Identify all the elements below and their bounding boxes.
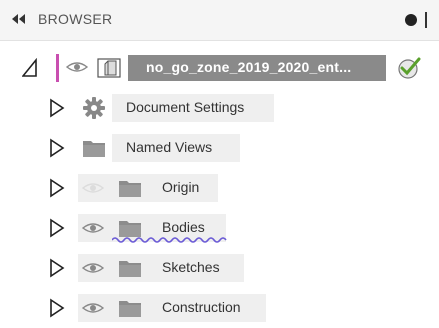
check-badge-icon [398,57,421,79]
tree-item-document-settings[interactable]: Document Settings [0,88,439,128]
folder-icon [119,261,141,277]
browser-header: BROWSER [0,0,439,41]
collapse-panel-icon[interactable] [10,12,26,26]
browser-title: BROWSER [38,11,113,27]
eye-icon[interactable] [82,220,104,236]
expanded-triangle-icon[interactable] [22,58,38,78]
folder-icon [119,301,141,317]
tree-item-label: Origin [162,179,200,195]
eye-icon[interactable] [82,300,104,316]
browser-panel: BROWSER no_go_zone_2019_2020_ent... Docu… [0,0,439,326]
tree-item-label: Sketches [162,259,220,275]
tree-item-sketches[interactable]: Sketches [0,248,439,288]
panel-pin-icon[interactable] [425,12,427,28]
folder-icon [119,221,141,237]
root-component-highlight[interactable]: no_go_zone_2019_2020_ent... [128,55,386,81]
expand-triangle-icon[interactable] [49,98,65,118]
tree-item-label: Bodies [162,219,205,235]
folder-icon [119,181,141,197]
expand-triangle-icon[interactable] [49,138,65,158]
hidden-eye-icon[interactable] [82,180,104,196]
tree-item-label: Named Views [126,139,213,155]
tree-item-construction[interactable]: Construction [0,288,439,328]
folder-icon [83,141,105,157]
tree-item-label: Construction [162,299,241,315]
expand-triangle-icon[interactable] [49,178,65,198]
panel-options-icon[interactable] [405,14,417,26]
gear-icon [83,97,105,119]
component-icon [97,58,121,78]
root-component-label: no_go_zone_2019_2020_ent... [146,59,352,75]
tree-item-label: Document Settings [126,99,245,115]
expand-triangle-icon[interactable] [49,218,65,238]
eye-icon[interactable] [82,260,104,276]
eye-icon[interactable] [66,59,88,75]
error-squiggle [112,237,227,243]
tree-item-bodies[interactable]: Bodies [0,208,439,248]
expand-triangle-icon[interactable] [49,298,65,318]
active-component-marker [56,54,59,82]
expand-triangle-icon[interactable] [49,258,65,278]
tree-item-origin[interactable]: Origin [0,168,439,208]
root-component-row[interactable]: no_go_zone_2019_2020_ent... [0,48,439,88]
tree-item-named-views[interactable]: Named Views [0,128,439,168]
